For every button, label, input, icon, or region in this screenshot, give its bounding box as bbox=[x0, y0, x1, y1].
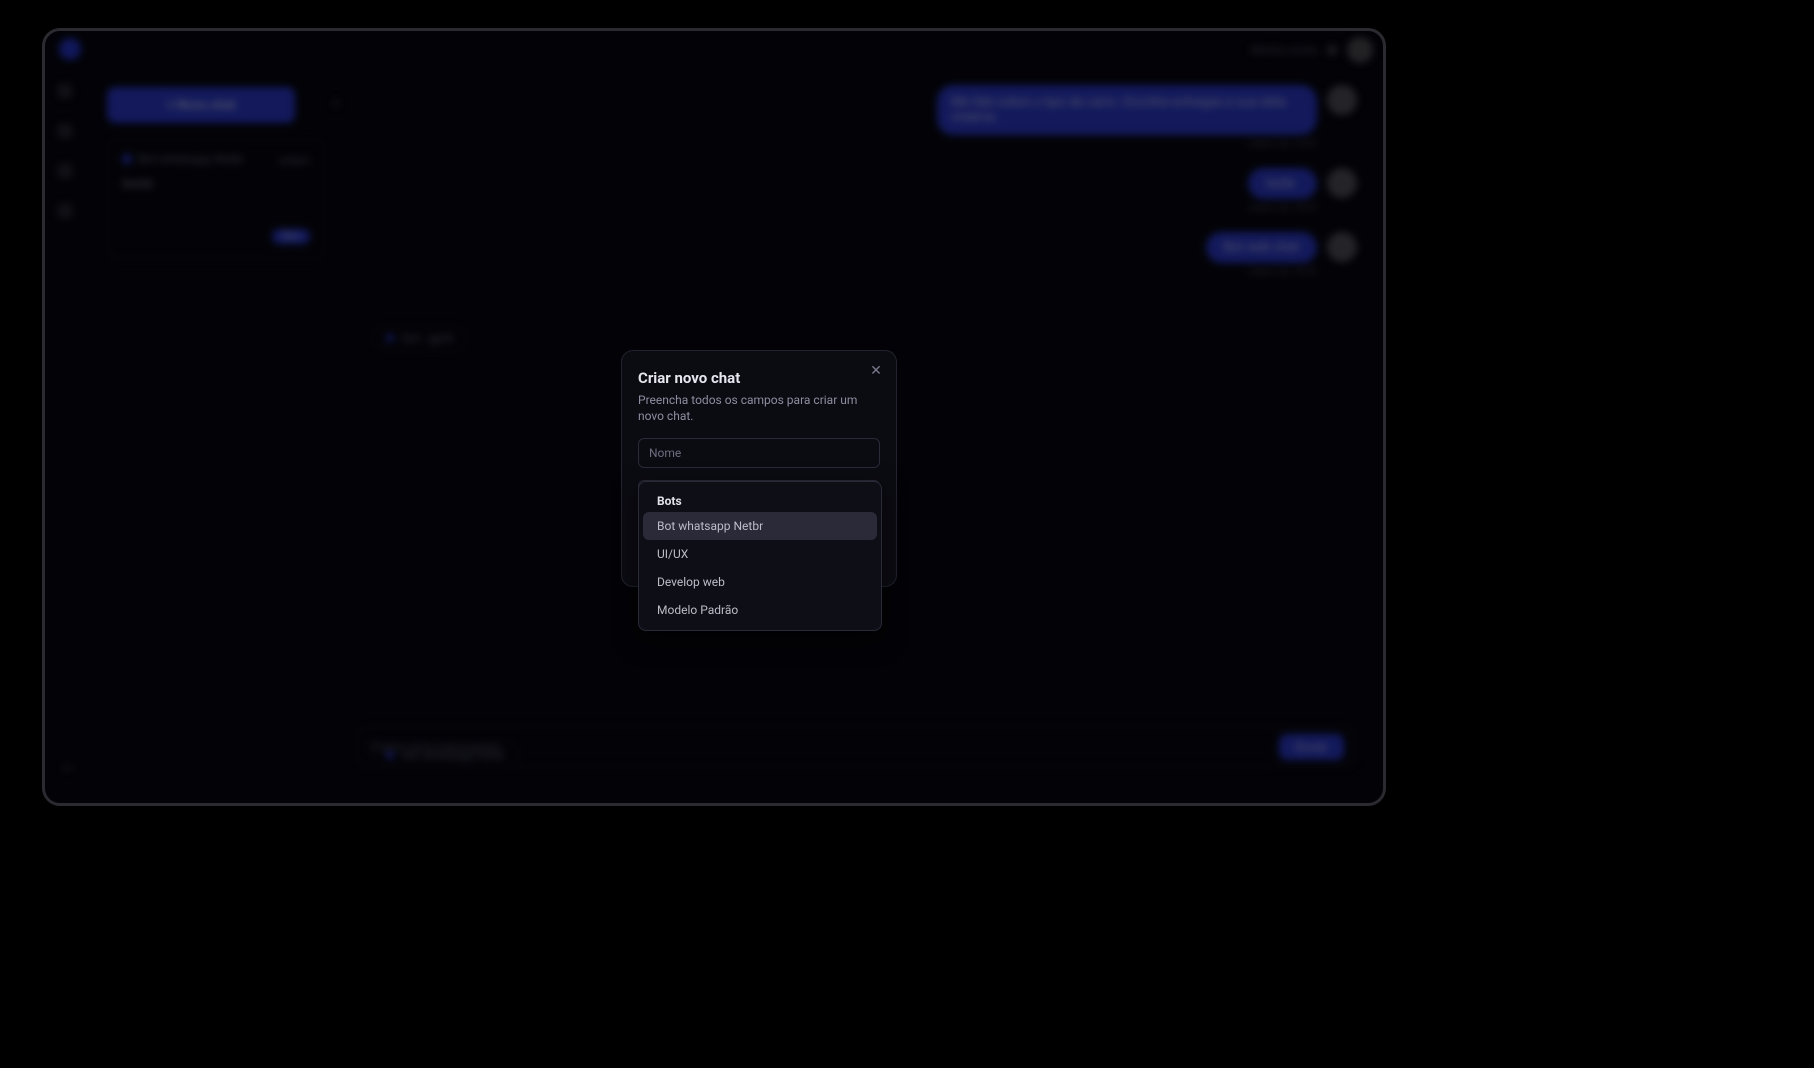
dropdown-option[interactable]: UI/UX bbox=[643, 540, 877, 568]
dropdown-option[interactable]: Modelo Padrão bbox=[643, 596, 877, 624]
dropdown-option[interactable]: Bot whatsapp Netbr bbox=[643, 512, 877, 540]
name-input[interactable]: Nome bbox=[638, 438, 880, 468]
close-button[interactable]: ✕ bbox=[866, 361, 886, 381]
name-placeholder: Nome bbox=[649, 446, 681, 460]
create-chat-modal: ✕ Criar novo chat Preencha todos os camp… bbox=[621, 350, 897, 587]
bot-dropdown: Bots Bot whatsapp Netbr UI/UX Develop we… bbox=[638, 481, 882, 631]
modal-subtitle: Preencha todos os campos para criar um n… bbox=[638, 393, 880, 424]
app-window: Minha conta + Novo chat + Bot whatsapp N… bbox=[42, 28, 1386, 806]
close-icon: ✕ bbox=[870, 363, 882, 379]
modal-title: Criar novo chat bbox=[638, 369, 880, 387]
dropdown-heading: Bots bbox=[643, 488, 877, 512]
dropdown-option[interactable]: Develop web bbox=[643, 568, 877, 596]
